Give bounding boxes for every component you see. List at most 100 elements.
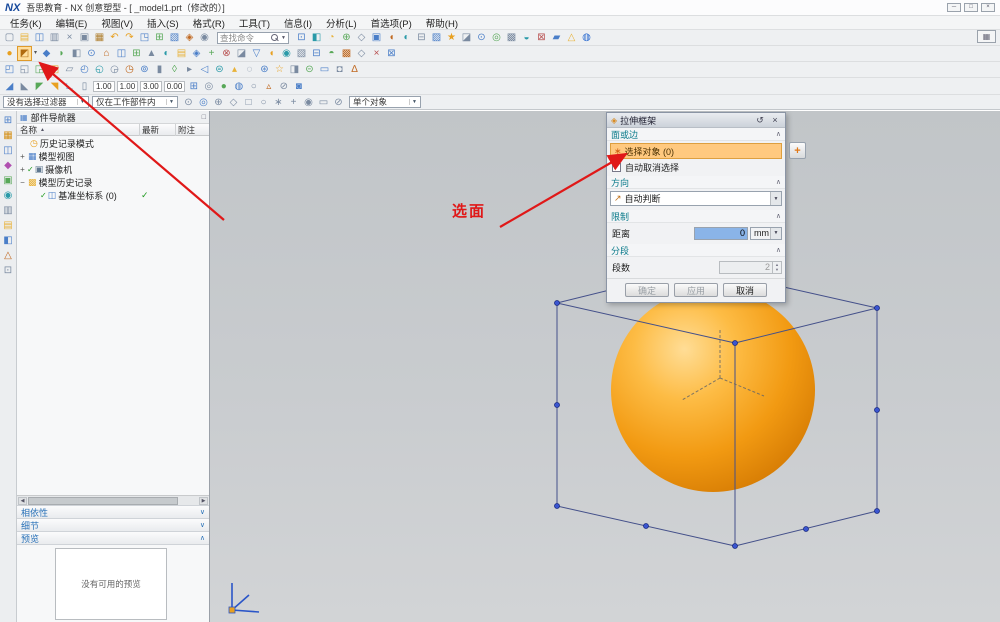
distance-input[interactable]: 0 xyxy=(694,227,748,240)
section-direction[interactable]: 方向 ∧ xyxy=(607,176,785,189)
toolbar-icon[interactable]: ◆ xyxy=(39,47,54,60)
window-control-button[interactable]: ─ xyxy=(947,3,961,12)
toolbar-icon[interactable]: ∆ xyxy=(347,63,362,76)
toolbar-icon[interactable]: ★ xyxy=(444,31,459,44)
toolbar-icon[interactable]: ◖ xyxy=(384,31,399,44)
toolbar-icon[interactable]: ▤ xyxy=(174,47,189,60)
section-limit[interactable]: 限制 ∧ xyxy=(607,210,785,223)
menu-item[interactable]: 插入(S) xyxy=(140,16,186,30)
apply-button[interactable]: 应用 xyxy=(674,283,718,297)
expander-icon[interactable]: + xyxy=(18,152,27,161)
snap-point-icon[interactable]: + xyxy=(286,96,301,109)
tree-row[interactable]: ✓ ◫ 基准坐标系 (0) ✓ xyxy=(17,189,209,202)
save-icon[interactable]: ◫ xyxy=(32,31,47,44)
menu-item[interactable]: 任务(K) xyxy=(3,16,49,30)
selection-crosshair-button[interactable]: + xyxy=(789,142,806,159)
resource-bar-icon[interactable]: ▥ xyxy=(3,205,12,216)
resource-bar-icon[interactable]: ⊡ xyxy=(4,265,12,276)
column-note[interactable]: 附注 xyxy=(175,124,209,136)
paste-icon[interactable]: ▦ xyxy=(92,31,107,44)
toolbar-icon[interactable]: ◴ xyxy=(77,63,92,76)
menu-item[interactable]: 分析(L) xyxy=(319,16,364,30)
selection-scope-dropdown[interactable]: 仅在工作部件内 ▼ xyxy=(92,96,178,108)
copy-icon[interactable]: ▣ xyxy=(77,31,92,44)
toolbar-icon[interactable]: 0.00 xyxy=(164,81,186,92)
snap-point-icon[interactable]: ∗ xyxy=(271,96,286,109)
toolbar-icon[interactable]: ◓ xyxy=(324,47,339,60)
snap-point-icon[interactable]: ⊙ xyxy=(181,96,196,109)
toolbar-icon[interactable]: ⊠ xyxy=(534,31,549,44)
toolbar-icon[interactable]: ⊗ xyxy=(219,47,234,60)
toolbar-icon[interactable]: ▮ xyxy=(152,63,167,76)
toolbar-icon[interactable]: ⊙ xyxy=(84,47,99,60)
toolbar-icon[interactable]: △ xyxy=(564,31,579,44)
resource-bar-icon[interactable]: △ xyxy=(4,250,12,261)
toolbar-overflow-button[interactable]: ▦ xyxy=(977,30,996,43)
menu-item[interactable]: 编辑(E) xyxy=(49,16,95,30)
menu-item[interactable]: 视图(V) xyxy=(94,16,140,30)
scroll-right-icon[interactable]: ▶ xyxy=(199,497,208,505)
toolbar-icon[interactable]: + xyxy=(204,47,219,60)
toolbar-icon[interactable]: ◗ xyxy=(54,47,69,60)
toolbar-icon[interactable]: ▭ xyxy=(317,63,332,76)
toolbar-icon[interactable]: ◎ xyxy=(489,31,504,44)
toolbar-icon[interactable]: ◪ xyxy=(459,31,474,44)
toolbar-icon[interactable]: ⌂ xyxy=(99,47,114,60)
toolbar-icon[interactable]: 3.00 xyxy=(140,81,162,92)
toolbar-icon[interactable]: ◘ xyxy=(332,63,347,76)
toolbar-icon[interactable]: ◶ xyxy=(107,63,122,76)
toolbar-icon[interactable]: ◈ xyxy=(182,31,197,44)
toolbar-icon[interactable]: ⊝ xyxy=(302,63,317,76)
toolbar-icon[interactable]: × xyxy=(369,47,384,60)
toolbar-icon[interactable]: ◔ xyxy=(324,31,339,44)
snap-point-icon[interactable]: ◉ xyxy=(301,96,316,109)
visibility-check-icon[interactable]: ✓ xyxy=(40,191,47,200)
toolbar-icon[interactable]: ▵ xyxy=(261,80,276,93)
toolbar-icon[interactable]: ◇ xyxy=(354,31,369,44)
toolbar-icon[interactable]: ⊜ xyxy=(212,63,227,76)
toolbar-icon[interactable]: ◲ xyxy=(32,63,47,76)
assembly-navigator-icon[interactable]: ⊞ xyxy=(4,115,12,126)
toolbar-icon[interactable]: ◪ xyxy=(234,47,249,60)
navigator-section-header[interactable]: 相依性 ∨ xyxy=(17,505,209,518)
dialog-titlebar[interactable]: ◈ 拉伸框架 ↺ × xyxy=(607,113,785,128)
toolbar-icon[interactable]: ◒ xyxy=(519,31,534,44)
section-segments[interactable]: 分段 ∧ xyxy=(607,244,785,257)
selection-filter-dropdown[interactable]: 没有选择过滤器 ▼ xyxy=(3,96,89,108)
toolbar-icon[interactable]: ◵ xyxy=(92,63,107,76)
graphics-viewport[interactable] xyxy=(210,111,1000,622)
toolbar-icon[interactable]: ◉ xyxy=(197,31,212,44)
toolbar-icon[interactable]: ☆ xyxy=(272,63,287,76)
open-icon[interactable]: ▤ xyxy=(17,31,32,44)
snap-point-icon[interactable]: ▭ xyxy=(316,96,331,109)
navigator-section-header[interactable]: 细节 ∨ xyxy=(17,518,209,531)
toolbar-icon[interactable]: ● xyxy=(216,80,231,93)
toolbar-icon[interactable]: ◢ xyxy=(2,80,17,93)
toolbar-icon[interactable]: ○ xyxy=(246,80,261,93)
toolbar-icon[interactable]: 1.00 xyxy=(117,81,139,92)
toolbar-icon[interactable]: ◧ xyxy=(69,47,84,60)
expander-icon[interactable]: − xyxy=(18,178,27,187)
toolbar-icon[interactable]: ▯ xyxy=(77,80,92,93)
menu-item[interactable]: 格式(R) xyxy=(186,16,232,30)
menu-item[interactable]: 首选项(P) xyxy=(364,16,419,30)
toolbar-icon[interactable]: ∟ xyxy=(62,80,77,93)
toolbar-icon[interactable]: ◐ xyxy=(159,47,174,60)
resource-bar-icon[interactable]: ◫ xyxy=(3,145,12,156)
tree-row[interactable]: + ✓ ▣ 摄像机 xyxy=(17,163,209,176)
toolbar-icon[interactable]: ◳ xyxy=(47,63,62,76)
tree-row[interactable]: ◷ 历史记录模式 xyxy=(17,137,209,150)
toolbar-icon[interactable]: ⊞ xyxy=(152,31,167,44)
toolbar-icon[interactable]: ◌ xyxy=(242,63,257,76)
toolbar-icon[interactable]: ◈ xyxy=(189,47,204,60)
toolbar-icon[interactable]: ▧ xyxy=(294,47,309,60)
tree-row[interactable]: + ▦ 模型视图 xyxy=(17,150,209,163)
toolbar-icon[interactable]: ⊞ xyxy=(186,80,201,93)
tree-row[interactable]: − ▩ 模型历史记录 xyxy=(17,176,209,189)
horizontal-scrollbar[interactable]: ◀ ▶ xyxy=(17,495,209,505)
toolbar-icon[interactable]: ▰ xyxy=(549,31,564,44)
toolbar-icon[interactable]: ◇ xyxy=(354,47,369,60)
direction-dropdown[interactable]: ↗ 自动判断 ▼ xyxy=(610,191,782,206)
toolbar-icon[interactable]: ⊙ xyxy=(474,31,489,44)
toolbar-icon[interactable]: ⊘ xyxy=(276,80,291,93)
